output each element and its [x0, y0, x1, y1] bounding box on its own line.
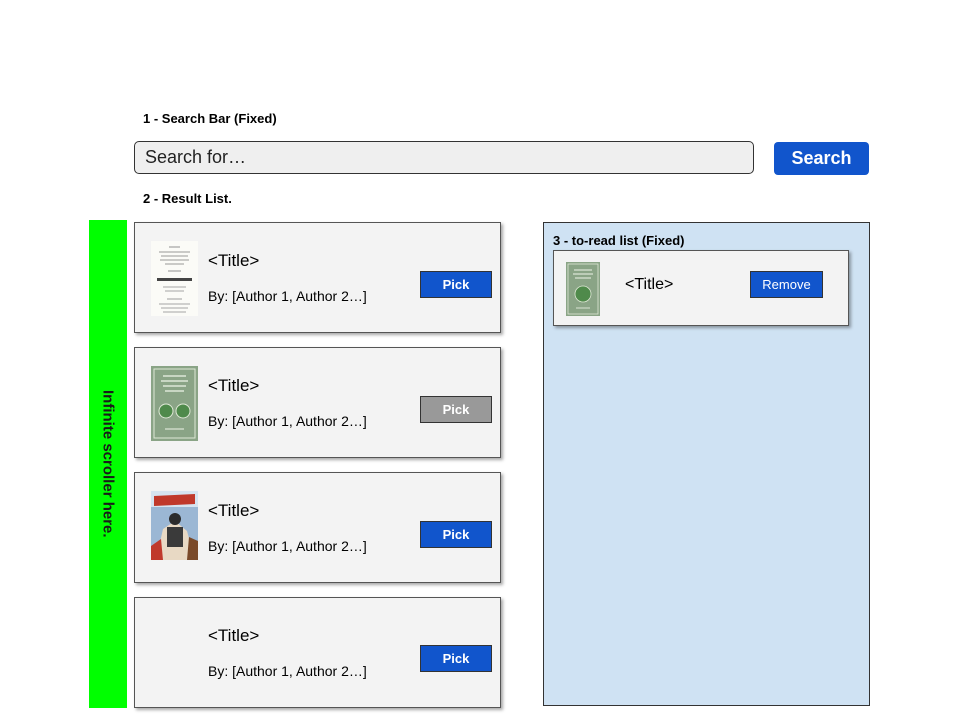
- book-cover-image: [151, 241, 198, 316]
- results-section-label: 2 - Result List.: [143, 191, 232, 206]
- pick-button[interactable]: Pick: [420, 271, 492, 298]
- pick-button-disabled[interactable]: Pick: [420, 396, 492, 423]
- book-cover-image: [566, 262, 600, 316]
- result-title: <Title>: [208, 501, 260, 520]
- scroller-label: Infinite scroller here.: [99, 390, 117, 538]
- result-card: <Title> By: [Author 1, Author 2…] Pick: [134, 222, 501, 333]
- to-read-item: <Title> Remove: [553, 250, 849, 326]
- to-read-panel: 3 - to-read list (Fixed) <Title> Remove: [543, 222, 870, 706]
- search-input[interactable]: [134, 141, 754, 174]
- result-authors: By: [Author 1, Author 2…]: [208, 663, 367, 679]
- to-read-section-label: 3 - to-read list (Fixed): [553, 233, 685, 248]
- result-authors: By: [Author 1, Author 2…]: [208, 413, 367, 429]
- result-title: <Title>: [208, 626, 260, 645]
- pick-button[interactable]: Pick: [420, 521, 492, 548]
- result-authors: By: [Author 1, Author 2…]: [208, 538, 367, 554]
- infinite-scroller[interactable]: Infinite scroller here.: [89, 220, 127, 708]
- search-button[interactable]: Search: [774, 142, 869, 175]
- result-title: <Title>: [208, 376, 260, 395]
- search-section-label: 1 - Search Bar (Fixed): [143, 111, 277, 126]
- result-title: <Title>: [208, 251, 260, 270]
- book-cover-image: [151, 366, 198, 441]
- remove-button[interactable]: Remove: [750, 271, 823, 298]
- result-authors: By: [Author 1, Author 2…]: [208, 288, 367, 304]
- result-card: <Title> By: [Author 1, Author 2…] Pick: [134, 347, 501, 458]
- pick-button[interactable]: Pick: [420, 645, 492, 672]
- result-card: <Title> By: [Author 1, Author 2…] Pick: [134, 597, 501, 708]
- to-read-title: <Title>: [625, 276, 674, 293]
- result-card: <Title> By: [Author 1, Author 2…] Pick: [134, 472, 501, 583]
- book-cover-image: [151, 491, 198, 560]
